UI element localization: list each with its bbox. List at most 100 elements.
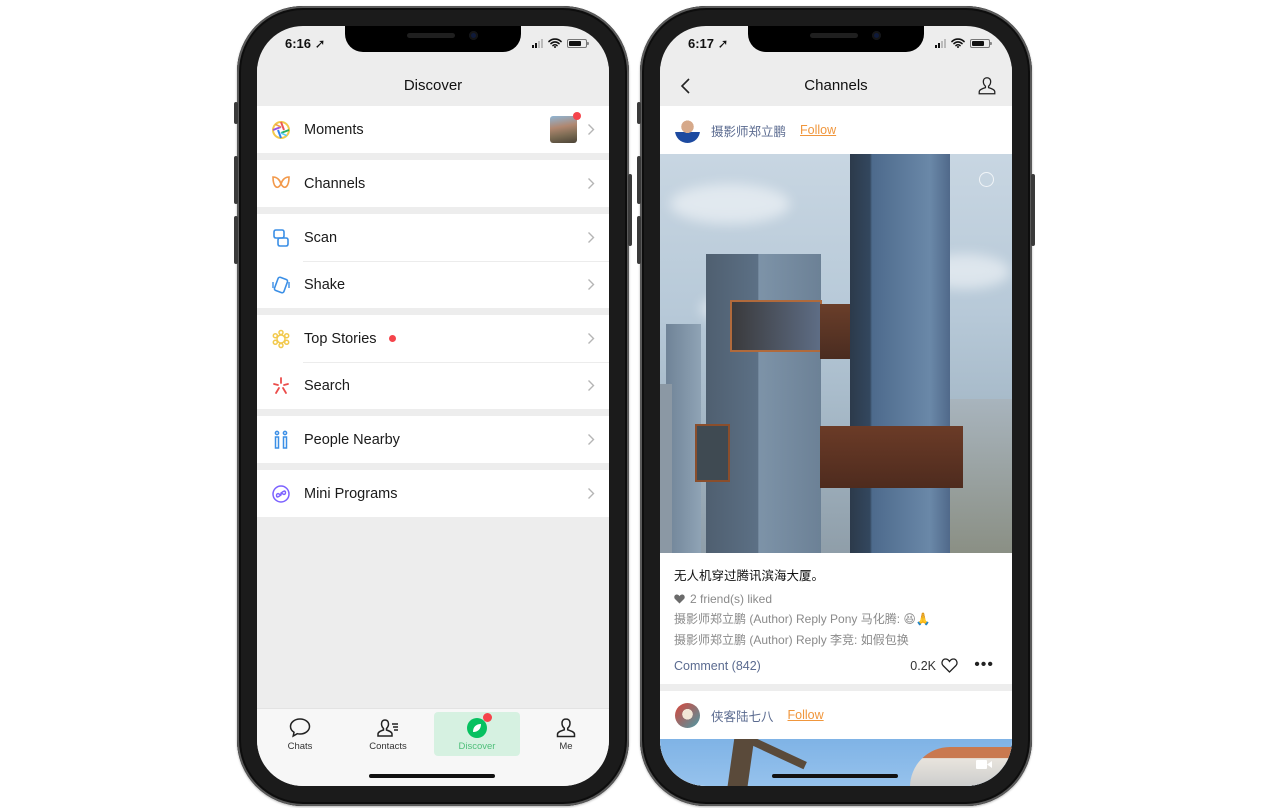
battery-icon bbox=[567, 38, 589, 48]
phone-channels: 6:17 ➚ Channels 摄影师郑立鹏 Follow 无人机穿过腾讯滨海大… bbox=[637, 6, 1035, 806]
signal-icon bbox=[532, 38, 543, 48]
signal-icon bbox=[935, 38, 946, 48]
chevron-right-icon bbox=[588, 488, 595, 499]
moments-icon bbox=[271, 120, 291, 140]
chevron-right-icon bbox=[588, 124, 595, 135]
unread-dot bbox=[388, 335, 396, 342]
row-moments[interactable]: Moments bbox=[257, 106, 609, 153]
volume-up-button bbox=[637, 156, 641, 204]
notification-badge bbox=[573, 112, 581, 120]
row-label: Top Stories bbox=[304, 330, 377, 347]
power-button bbox=[628, 174, 632, 246]
chevron-right-icon bbox=[588, 178, 595, 189]
post-video[interactable] bbox=[660, 154, 1012, 553]
row-mini-programs[interactable]: Mini Programs bbox=[257, 470, 609, 517]
more-options-icon[interactable]: ••• bbox=[974, 656, 994, 674]
tab-me[interactable]: Me bbox=[523, 712, 609, 756]
volume-up-button bbox=[234, 156, 238, 204]
author-name[interactable]: 摄影师郑立鹏 bbox=[711, 121, 786, 140]
notification-badge bbox=[483, 713, 492, 722]
post-header: 摄影师郑立鹏 Follow bbox=[660, 106, 1012, 154]
chevron-right-icon bbox=[588, 279, 595, 290]
tab-label: Contacts bbox=[369, 741, 407, 752]
row-search[interactable]: Search bbox=[257, 362, 609, 409]
volume-down-button bbox=[637, 216, 641, 264]
nav-bar: Discover bbox=[257, 66, 609, 106]
tab-label: Discover bbox=[458, 741, 496, 752]
row-label: Channels bbox=[304, 175, 366, 192]
comment-button[interactable]: Comment (842) bbox=[674, 659, 761, 673]
author-name[interactable]: 侠客陆七八 bbox=[711, 706, 774, 725]
post: 侠客陆七八 Follow bbox=[660, 691, 1012, 786]
profile-icon[interactable] bbox=[976, 75, 998, 97]
people-nearby-icon bbox=[271, 430, 291, 450]
group-stories-search: Top Stories Search bbox=[257, 315, 609, 409]
row-people-nearby[interactable]: People Nearby bbox=[257, 416, 609, 463]
home-indicator[interactable] bbox=[369, 774, 495, 778]
page-title: Discover bbox=[403, 77, 463, 94]
battery-icon bbox=[970, 38, 992, 48]
post-video[interactable] bbox=[660, 739, 1012, 786]
tab-chats[interactable]: Chats bbox=[257, 712, 343, 756]
notch bbox=[748, 26, 924, 52]
loading-spinner-icon bbox=[979, 172, 994, 187]
friends-liked-text: 2 friend(s) liked bbox=[690, 592, 773, 606]
mute-switch bbox=[234, 102, 238, 124]
contacts-icon bbox=[377, 719, 398, 737]
avatar[interactable] bbox=[675, 117, 700, 143]
post-header: 侠客陆七八 Follow bbox=[660, 691, 1012, 739]
channels-icon bbox=[271, 174, 291, 194]
tab-label: Me bbox=[559, 741, 573, 752]
mute-switch bbox=[637, 102, 641, 124]
group-scan-shake: Scan Shake bbox=[257, 214, 609, 308]
row-shake[interactable]: Shake bbox=[257, 261, 609, 308]
row-scan[interactable]: Scan bbox=[257, 214, 609, 261]
notch bbox=[345, 26, 521, 52]
like-count: 0.2K bbox=[910, 658, 936, 673]
volume-down-button bbox=[234, 216, 238, 264]
top-stories-icon bbox=[271, 329, 291, 349]
screen: 6:16 ➚ Discover Moments Channels Scan Sh… bbox=[257, 26, 609, 786]
like-button[interactable]: 0.2K bbox=[910, 658, 958, 673]
group-people-nearby: People Nearby bbox=[257, 416, 609, 463]
channels-feed[interactable]: 摄影师郑立鹏 Follow 无人机穿过腾讯滨海大厦。 2 friend(s) l… bbox=[660, 106, 1012, 786]
comment-preview[interactable]: 摄影师郑立鹏 (Author) Reply 李竞: 如假包换 bbox=[660, 627, 1012, 648]
row-label: Mini Programs bbox=[304, 485, 398, 502]
tab-bar: Chats Contacts Discover Me bbox=[257, 708, 609, 786]
power-button bbox=[1031, 174, 1035, 246]
chevron-right-icon bbox=[588, 232, 595, 243]
post-caption: 无人机穿过腾讯滨海大厦。 bbox=[674, 569, 825, 583]
follow-button[interactable]: Follow bbox=[788, 708, 824, 722]
row-label: Shake bbox=[304, 276, 346, 293]
status-time: 6:16 ➚ bbox=[285, 36, 326, 51]
comment-preview[interactable]: 摄影师郑立鹏 (Author) Reply Pony 马化腾: 😆🙏 bbox=[660, 606, 1012, 627]
tab-discover[interactable]: Discover bbox=[434, 712, 520, 756]
page-title: Channels bbox=[804, 77, 868, 94]
chevron-right-icon bbox=[588, 434, 595, 445]
row-channels[interactable]: Channels bbox=[257, 160, 609, 207]
nav-bar: Channels bbox=[660, 66, 1012, 106]
group-moments: Moments bbox=[257, 106, 609, 153]
friends-liked: 2 friend(s) liked bbox=[660, 584, 1012, 606]
heart-outline-icon bbox=[941, 658, 958, 673]
row-label: Scan bbox=[304, 229, 338, 246]
heart-filled-icon bbox=[674, 594, 685, 604]
chevron-right-icon bbox=[588, 333, 595, 344]
discover-list: Moments Channels Scan Shake Top Stories … bbox=[257, 106, 609, 524]
shake-icon bbox=[271, 275, 291, 295]
wifi-icon bbox=[548, 38, 562, 48]
tab-contacts[interactable]: Contacts bbox=[345, 712, 431, 756]
wifi-icon bbox=[951, 38, 965, 48]
avatar[interactable] bbox=[675, 702, 700, 728]
row-label: Search bbox=[304, 377, 350, 394]
group-mini-programs: Mini Programs bbox=[257, 470, 609, 517]
chevron-right-icon bbox=[588, 380, 595, 391]
row-label: People Nearby bbox=[304, 431, 400, 448]
follow-button[interactable]: Follow bbox=[800, 123, 836, 137]
phone-discover: 6:16 ➚ Discover Moments Channels Scan Sh… bbox=[234, 6, 632, 806]
post-actions: Comment (842) 0.2K ••• bbox=[660, 648, 1012, 684]
home-indicator[interactable] bbox=[772, 774, 898, 778]
search-icon bbox=[271, 376, 291, 396]
video-icon bbox=[976, 760, 992, 769]
row-top-stories[interactable]: Top Stories bbox=[257, 315, 609, 362]
